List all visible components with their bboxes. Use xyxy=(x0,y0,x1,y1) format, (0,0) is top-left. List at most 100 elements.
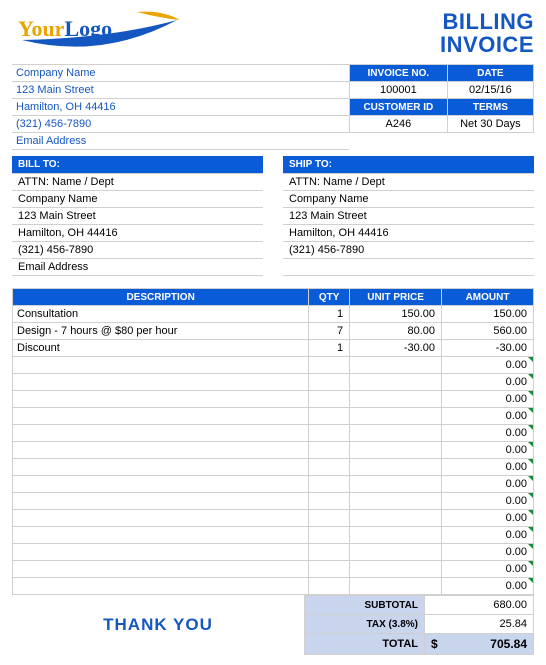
col-unit-price: UNIT PRICE xyxy=(350,289,442,306)
item-price xyxy=(350,357,442,374)
item-price xyxy=(350,442,442,459)
col-amount: AMOUNT xyxy=(442,289,534,306)
item-qty xyxy=(309,459,350,476)
col-qty: QTY xyxy=(309,289,350,306)
company-name: Company Name xyxy=(12,65,349,82)
company-phone: (321) 456-7890 xyxy=(12,116,349,133)
item-price xyxy=(350,425,442,442)
item-row: 0.00 xyxy=(13,357,534,374)
item-price: 80.00 xyxy=(350,323,442,340)
item-desc xyxy=(13,544,309,561)
item-qty: 1 xyxy=(309,306,350,323)
item-amount: 0.00 xyxy=(442,408,534,425)
item-row: 0.00 xyxy=(13,442,534,459)
shipto-phone: (321) 456-7890 xyxy=(283,242,534,259)
item-desc xyxy=(13,459,309,476)
item-amount: 150.00 xyxy=(442,306,534,323)
item-price: -30.00 xyxy=(350,340,442,357)
company-street: 123 Main Street xyxy=(12,82,349,99)
company-info: Company Name 123 Main Street Hamilton, O… xyxy=(12,64,349,150)
item-amount: 0.00 xyxy=(442,544,534,561)
item-desc xyxy=(13,442,309,459)
item-amount: 0.00 xyxy=(442,425,534,442)
tax-label: TAX (3.8%) xyxy=(305,615,425,634)
item-qty xyxy=(309,561,350,578)
billto-email: Email Address xyxy=(12,259,263,276)
item-price xyxy=(350,578,442,595)
item-desc xyxy=(13,527,309,544)
item-price xyxy=(350,544,442,561)
item-desc xyxy=(13,510,309,527)
item-qty xyxy=(309,391,350,408)
item-amount: 0.00 xyxy=(442,357,534,374)
item-row: 0.00 xyxy=(13,391,534,408)
item-desc xyxy=(13,425,309,442)
item-row: 0.00 xyxy=(13,374,534,391)
item-amount: -30.00 xyxy=(442,340,534,357)
item-desc xyxy=(13,476,309,493)
thank-you: THANK YOU xyxy=(12,595,304,655)
billto-company: Company Name xyxy=(12,191,263,208)
item-desc xyxy=(13,374,309,391)
item-amount: 0.00 xyxy=(442,391,534,408)
shipto-block: ATTN: Name / Dept Company Name 123 Main … xyxy=(283,173,534,276)
item-qty xyxy=(309,578,350,595)
title-line2: INVOICE xyxy=(440,33,534,56)
item-desc: Design - 7 hours @ $80 per hour xyxy=(13,323,309,340)
invoice-meta: INVOICE NO. DATE 100001 02/15/16 CUSTOME… xyxy=(349,64,534,150)
shipto-street: 123 Main Street xyxy=(283,208,534,225)
item-price xyxy=(350,408,442,425)
item-amount: 0.00 xyxy=(442,459,534,476)
item-desc: Consultation xyxy=(13,306,309,323)
billto-city: Hamilton, OH 44416 xyxy=(12,225,263,242)
title-line1: BILLING xyxy=(440,10,534,33)
item-amount: 0.00 xyxy=(442,561,534,578)
item-price xyxy=(350,527,442,544)
item-row: 0.00 xyxy=(13,561,534,578)
item-qty xyxy=(309,408,350,425)
logo-your: Your xyxy=(18,16,64,41)
item-price xyxy=(350,459,442,476)
item-amount: 0.00 xyxy=(442,476,534,493)
invoice-date: 02/15/16 xyxy=(447,82,533,99)
shipto-attn: ATTN: Name / Dept xyxy=(283,174,534,191)
item-row: Discount1-30.00-30.00 xyxy=(13,340,534,357)
item-price xyxy=(350,510,442,527)
logo: YourLogo xyxy=(12,10,192,56)
terms: Net 30 Days xyxy=(447,116,533,133)
header-invoice-no: INVOICE NO. xyxy=(350,65,448,82)
item-row: 0.00 xyxy=(13,544,534,561)
col-description: DESCRIPTION xyxy=(13,289,309,306)
billto-attn: ATTN: Name / Dept xyxy=(12,174,263,191)
item-qty: 7 xyxy=(309,323,350,340)
header-date: DATE xyxy=(447,65,533,82)
total-label: TOTAL xyxy=(305,634,425,655)
item-qty xyxy=(309,425,350,442)
billto-block: ATTN: Name / Dept Company Name 123 Main … xyxy=(12,173,263,276)
shipto-header: SHIP TO: xyxy=(283,156,534,173)
billto-street: 123 Main Street xyxy=(12,208,263,225)
subtotal-value: 680.00 xyxy=(425,596,534,615)
shipto-city: Hamilton, OH 44416 xyxy=(283,225,534,242)
item-row: 0.00 xyxy=(13,476,534,493)
item-amount: 0.00 xyxy=(442,510,534,527)
item-desc xyxy=(13,408,309,425)
item-qty xyxy=(309,493,350,510)
item-desc xyxy=(13,578,309,595)
tax-value: 25.84 xyxy=(425,615,534,634)
item-amount: 560.00 xyxy=(442,323,534,340)
item-row: 0.00 xyxy=(13,527,534,544)
header-terms: TERMS xyxy=(447,99,533,116)
item-desc: Discount xyxy=(13,340,309,357)
total-value: $705.84 xyxy=(425,634,534,655)
company-email: Email Address xyxy=(12,133,349,150)
item-qty xyxy=(309,510,350,527)
item-row: 0.00 xyxy=(13,408,534,425)
item-row: Design - 7 hours @ $80 per hour780.00560… xyxy=(13,323,534,340)
item-desc xyxy=(13,391,309,408)
item-qty xyxy=(309,442,350,459)
item-desc xyxy=(13,357,309,374)
item-qty: 1 xyxy=(309,340,350,357)
item-amount: 0.00 xyxy=(442,442,534,459)
item-qty xyxy=(309,476,350,493)
